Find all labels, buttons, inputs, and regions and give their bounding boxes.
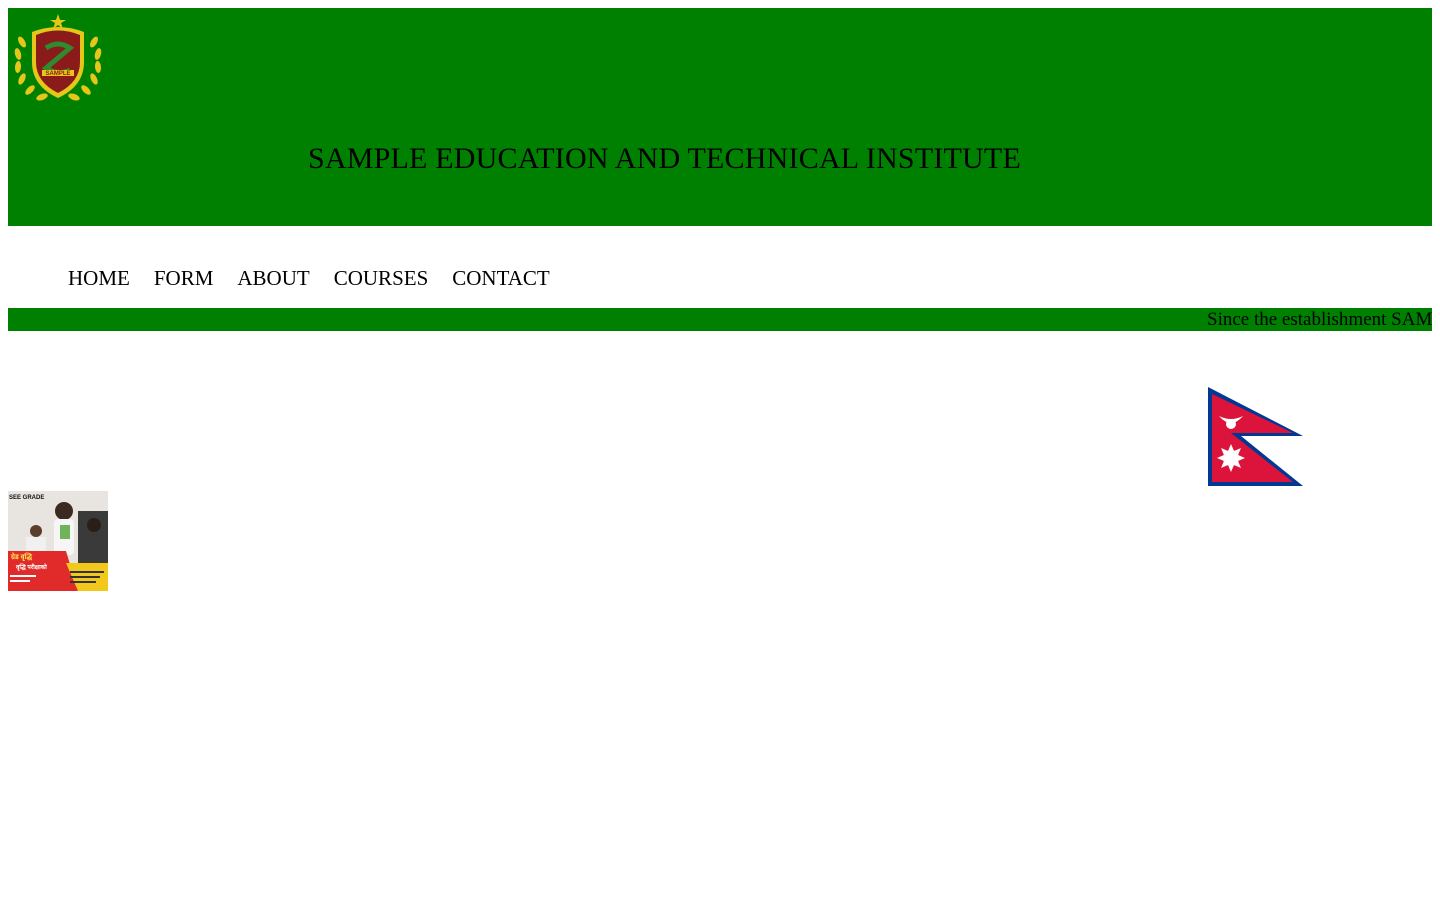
nav-item-courses[interactable]: COURSES <box>334 266 429 291</box>
site-title: SAMPLE EDUCATION AND TECHNICAL INSTITUTE <box>308 142 1021 175</box>
logo-wordmark: SAMPLE <box>45 71 70 77</box>
ticker-text: Since the establishment SAM <box>1207 309 1432 330</box>
nav-item-contact[interactable]: CONTACT <box>452 266 549 291</box>
institute-logo-icon[interactable]: SAMPLE <box>10 12 106 104</box>
promo-banner-text: ग्रेड वृद्धि <box>10 552 33 562</box>
nepal-flag-icon <box>1208 387 1303 486</box>
promo-graphic: SEE GRADE ग्रेड वृद्धि वृद्धि परीक्षाको <box>8 491 108 591</box>
main-nav: HOME FORM ABOUT COURSES CONTACT <box>68 266 550 291</box>
news-ticker: Since the establishment SAM <box>8 308 1432 331</box>
nav-item-form[interactable]: FORM <box>154 266 214 291</box>
nav-item-home[interactable]: HOME <box>68 266 130 291</box>
promo-heading: SEE GRADE <box>9 495 44 501</box>
nav-item-about[interactable]: ABOUT <box>237 266 309 291</box>
promo-subheading: वृद्धि परीक्षाको <box>15 563 47 571</box>
site-header: SAMPLE SAMPLE EDUCATION AND TECHNICAL IN… <box>8 8 1432 226</box>
promo-thumbnail[interactable]: SEE GRADE ग्रेड वृद्धि वृद्धि परीक्षाको <box>8 491 108 591</box>
